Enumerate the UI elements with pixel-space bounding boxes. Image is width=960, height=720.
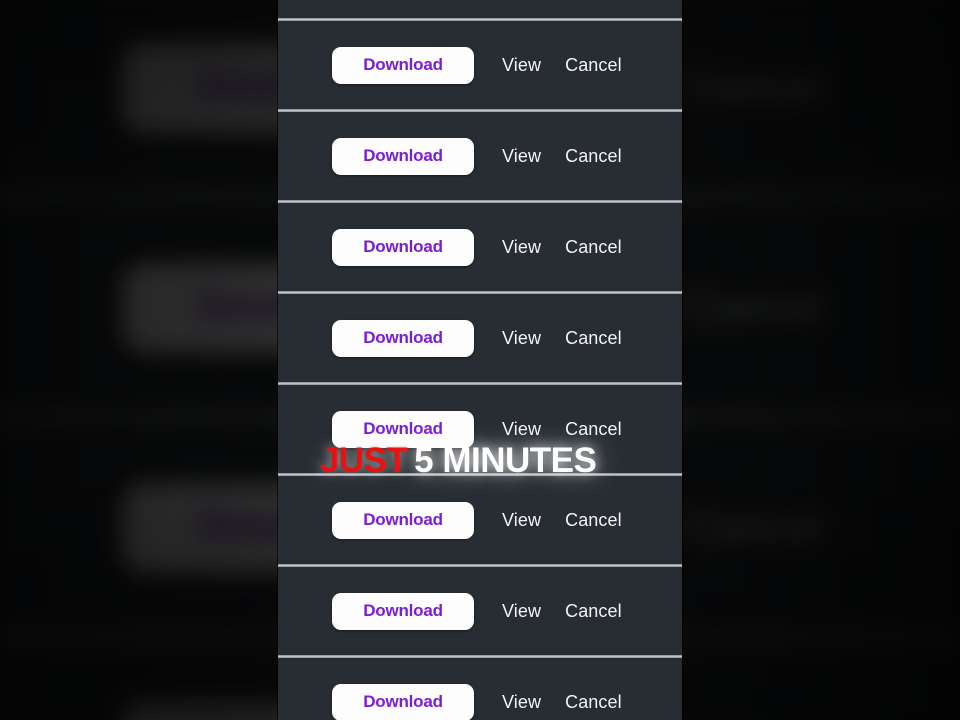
- download-button-label: Download: [363, 328, 443, 347]
- cancel-link[interactable]: Cancel: [565, 146, 622, 167]
- download-button[interactable]: Download: [332, 501, 474, 539]
- download-button-label: Download: [363, 55, 443, 74]
- download-button[interactable]: Download: [332, 683, 474, 720]
- download-list: Download View Cancel Download View Cancel Down…: [278, 0, 682, 720]
- view-link[interactable]: View: [502, 328, 541, 349]
- download-button[interactable]: Download: [332, 137, 474, 175]
- download-row: Download View Cancel: [278, 294, 682, 385]
- download-row: Download View Cancel: [278, 385, 682, 476]
- video-frame: Download View Cancel Download View Cancel Down…: [0, 0, 960, 720]
- view-link[interactable]: View: [502, 601, 541, 622]
- download-button-label: Download: [363, 510, 443, 529]
- cancel-link[interactable]: Cancel: [565, 510, 622, 531]
- view-link[interactable]: View: [502, 692, 541, 713]
- view-link[interactable]: View: [502, 510, 541, 531]
- download-row: Download View Cancel: [278, 476, 682, 567]
- download-button[interactable]: Download: [332, 592, 474, 630]
- view-link[interactable]: View: [502, 55, 541, 76]
- download-row: Download View Cancel: [278, 21, 682, 112]
- download-button-label: Download: [363, 419, 443, 438]
- cancel-link[interactable]: Cancel: [565, 419, 622, 440]
- cancel-link: Cancel: [685, 281, 823, 330]
- cancel-link: Cancel: [685, 501, 823, 550]
- download-button[interactable]: Download: [332, 228, 474, 266]
- view-link[interactable]: View: [502, 237, 541, 258]
- download-button-label: Download: [363, 237, 443, 256]
- download-button[interactable]: Download: [332, 319, 474, 357]
- cancel-link[interactable]: Cancel: [565, 601, 622, 622]
- download-row: Download View Cancel: [278, 567, 682, 658]
- download-button-label: Download: [363, 692, 443, 711]
- view-link[interactable]: View: [502, 146, 541, 167]
- download-row: Download View Cancel: [278, 658, 682, 720]
- cancel-link[interactable]: Cancel: [565, 237, 622, 258]
- download-button[interactable]: Download: [332, 46, 474, 84]
- cancel-link[interactable]: Cancel: [565, 692, 622, 713]
- download-button-label: Download: [363, 146, 443, 165]
- download-list-panel: Download View Cancel Download View Cancel Down…: [278, 0, 682, 720]
- download-row: DownloadViewCancel: [278, 0, 682, 21]
- cancel-link: Cancel: [685, 61, 823, 110]
- download-row: Download View Cancel: [278, 203, 682, 294]
- download-button[interactable]: Download: [332, 410, 474, 448]
- view-link[interactable]: View: [502, 419, 541, 440]
- download-button-label: Download: [363, 601, 443, 620]
- download-row: Download View Cancel: [278, 112, 682, 203]
- cancel-link[interactable]: Cancel: [565, 55, 622, 76]
- cancel-link[interactable]: Cancel: [565, 328, 622, 349]
